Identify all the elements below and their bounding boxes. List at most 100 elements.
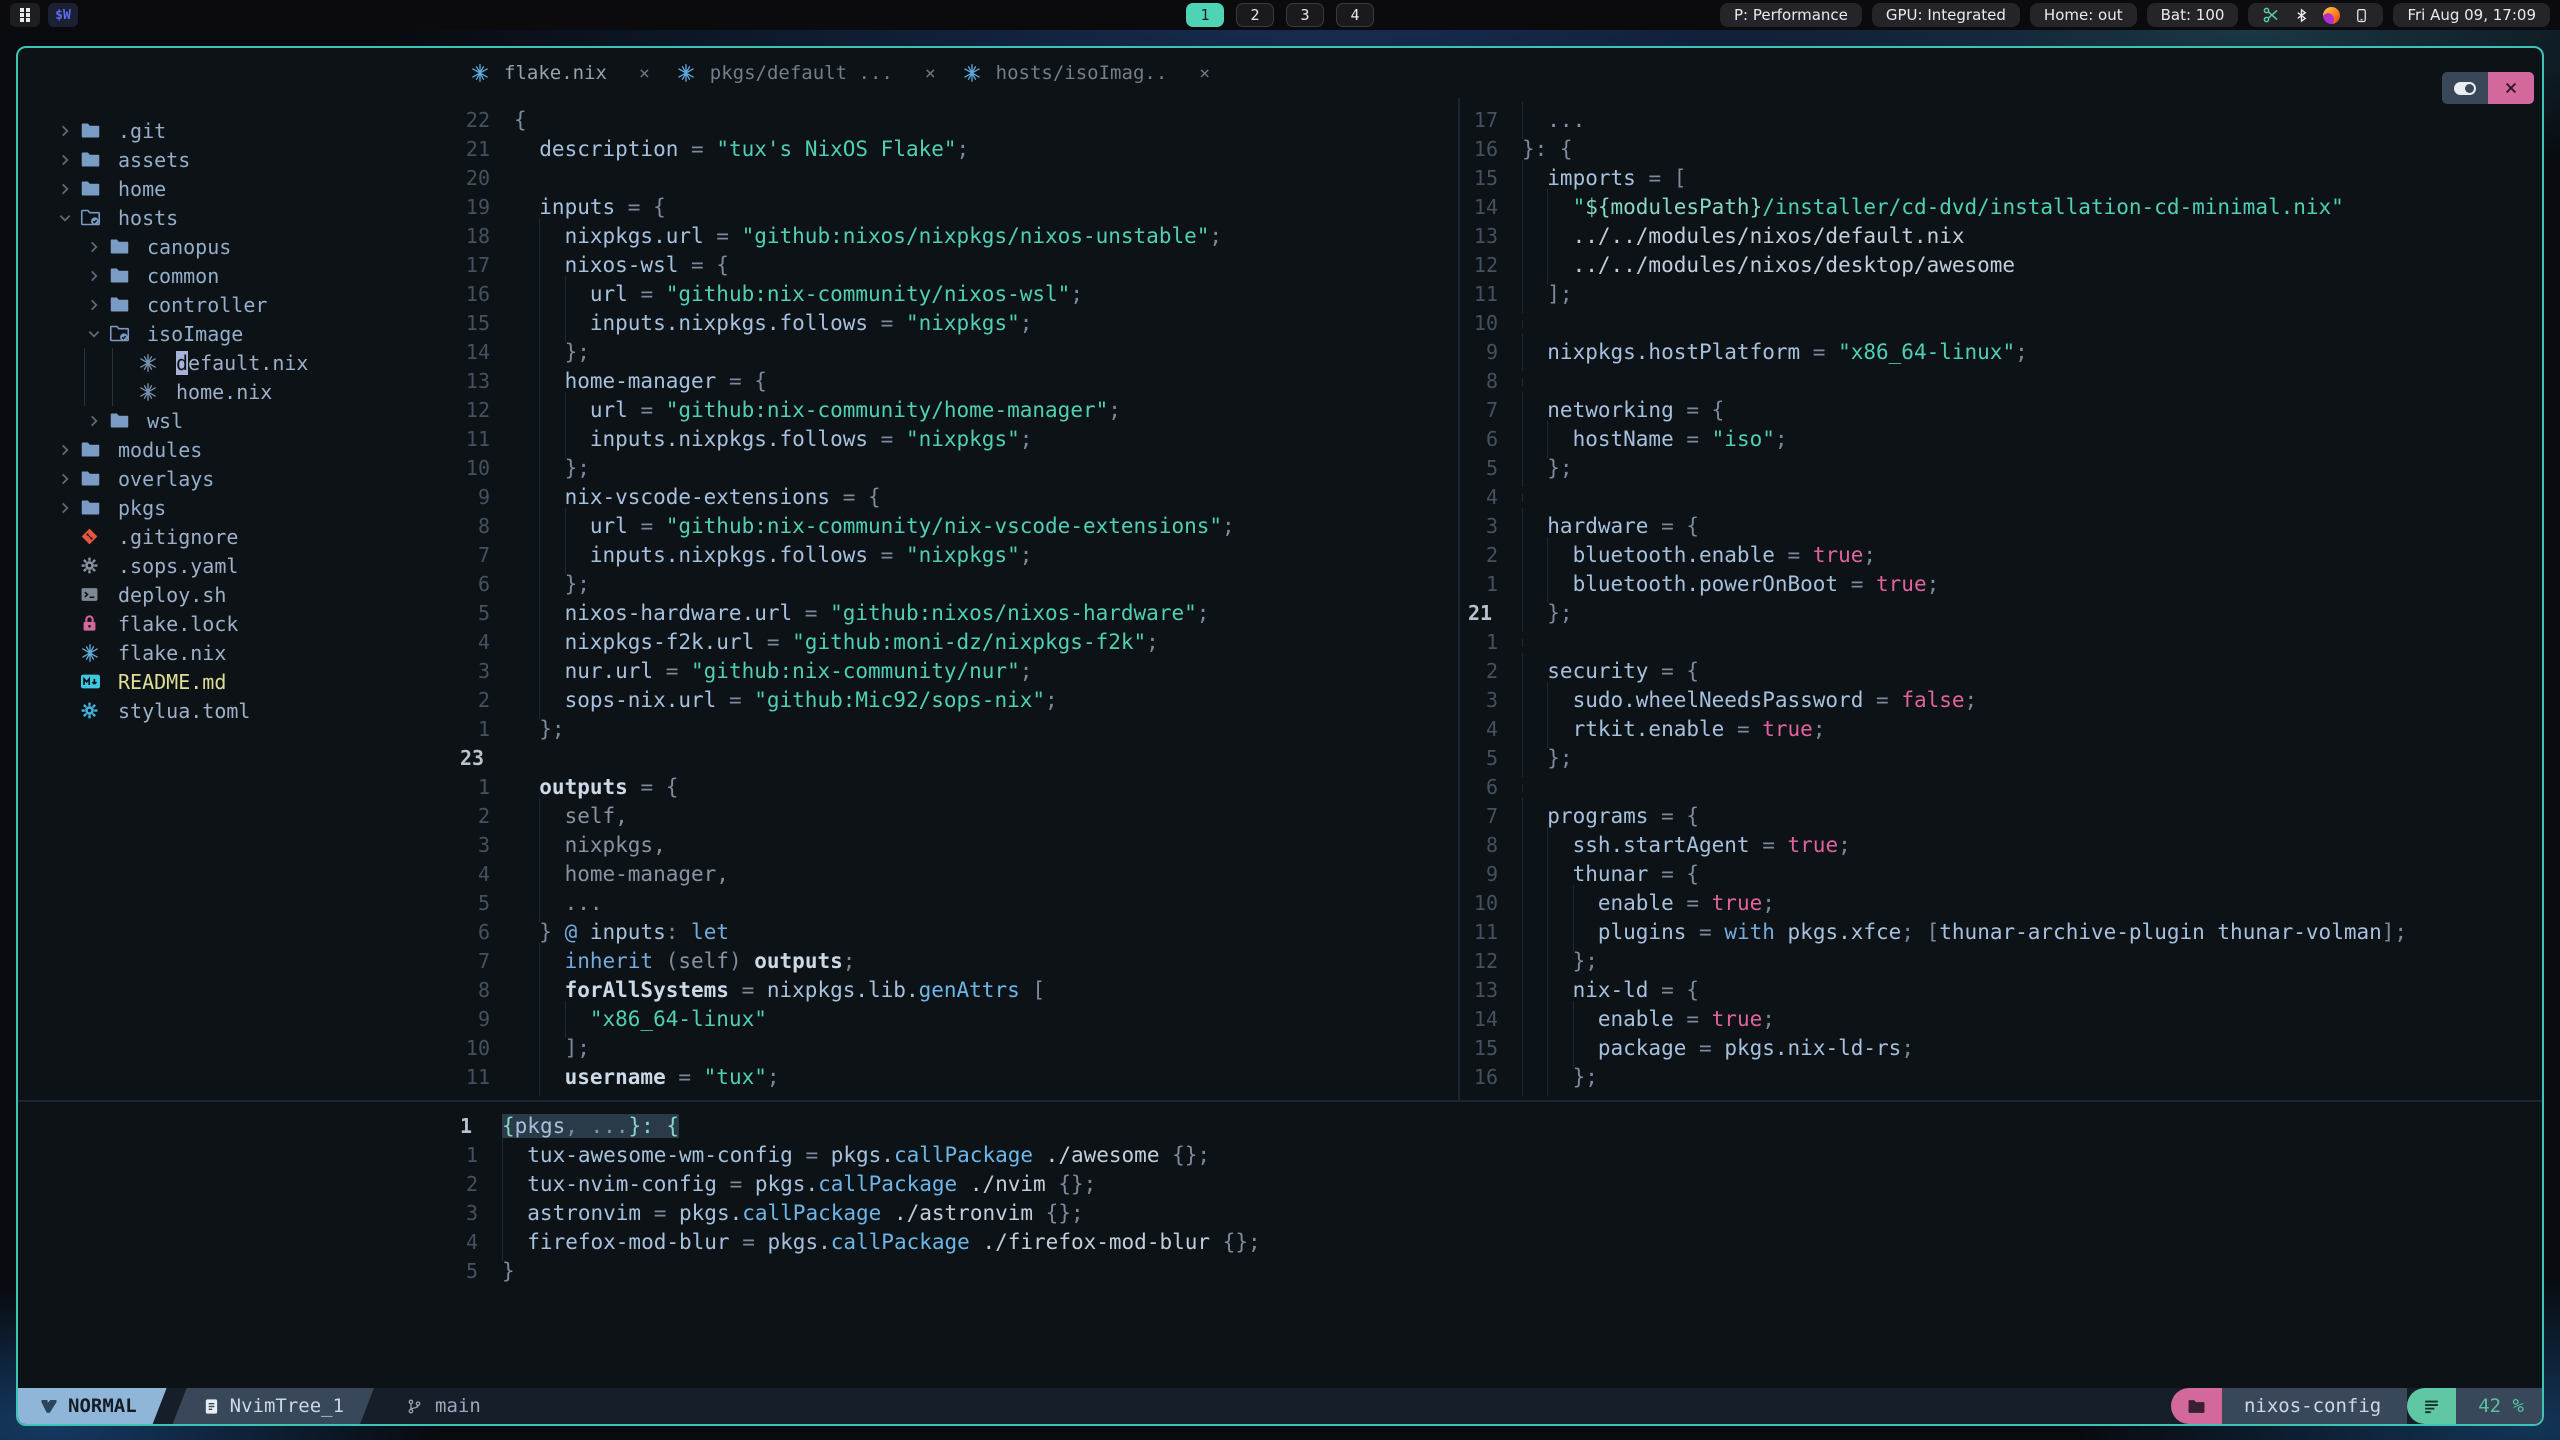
tree-item-.sops.yaml[interactable]: .sops.yaml — [18, 551, 452, 580]
workspace-button-2[interactable]: 2 — [1236, 3, 1274, 27]
code-line[interactable]: 1 tux-awesome-wm-config = pkgs.callPacka… — [452, 1137, 2542, 1174]
code-line[interactable]: 14 "${modulesPath}/installer/cd-dvd/inst… — [1460, 189, 2542, 226]
code-line[interactable]: 9 nix-vscode-extensions = { — [452, 479, 1458, 516]
code-line[interactable]: 22 { — [452, 106, 1458, 135]
code-line[interactable]: 5 }; — [1460, 740, 2542, 777]
code-line[interactable]: 11 username = "tux"; — [452, 1059, 1458, 1096]
code-line[interactable]: 21 }; — [1460, 595, 2542, 632]
code-line[interactable]: 1 outputs = { — [452, 773, 1458, 802]
code-line[interactable]: 16 }; — [1460, 1059, 2542, 1096]
shell-widget-button[interactable]: $W — [48, 3, 78, 27]
code-line[interactable]: 6 }; — [452, 566, 1458, 603]
chevron-right-icon[interactable] — [58, 472, 80, 486]
chevron-right-icon[interactable] — [87, 269, 109, 283]
code-line[interactable]: 4 firefox-mod-blur = pkgs.callPackage ./… — [452, 1224, 2542, 1261]
editor-pane-pkgs-default[interactable]: 1 {pkgs, ...}: {1 tux-awesome-wm-config =… — [18, 1102, 2542, 1388]
tree-item-deploy.sh[interactable]: deploy.sh — [18, 580, 452, 609]
code-line[interactable]: 6 — [1460, 773, 2542, 802]
code-line[interactable]: 8 — [1460, 367, 2542, 396]
chevron-right-icon[interactable] — [58, 153, 80, 167]
code-line[interactable]: 3 nur.url = "github:nix-community/nur"; — [452, 653, 1458, 690]
chevron-down-icon[interactable] — [87, 327, 109, 341]
code-line[interactable]: 6 } @ inputs: let — [452, 918, 1458, 947]
code-line[interactable]: 16}: { — [1460, 135, 2542, 164]
code-line[interactable]: 1 — [1460, 628, 2542, 657]
tree-item-.git[interactable]: .git — [18, 116, 452, 145]
code-line[interactable]: 9 nixpkgs.hostPlatform = "x86_64-linux"; — [1460, 334, 2542, 371]
tree-item-assets[interactable]: assets — [18, 145, 452, 174]
window-float-toggle-button[interactable] — [2442, 72, 2488, 104]
code-line[interactable]: 7 programs = { — [1460, 798, 2542, 835]
code-line[interactable]: 11 plugins = with pkgs.xfce; [thunar-arc… — [1460, 914, 2542, 951]
code-line[interactable]: 12 }; — [1460, 943, 2542, 980]
workspace-button-4[interactable]: 4 — [1336, 3, 1374, 27]
workspace-button-3[interactable]: 3 — [1286, 3, 1324, 27]
code-line[interactable]: 23 — [452, 744, 1458, 773]
code-line[interactable]: 10 ]; — [452, 1030, 1458, 1067]
code-line[interactable]: 15 package = pkgs.nix-ld-rs; — [1460, 1030, 2542, 1067]
tree-item-.gitignore[interactable]: .gitignore — [18, 522, 452, 551]
code-line[interactable]: 7 inherit (self) outputs; — [452, 943, 1458, 980]
code-line[interactable]: 17 ... — [1460, 102, 2542, 139]
code-line[interactable]: 4 rtkit.enable = true; — [1460, 711, 2542, 748]
code-line[interactable]: 8 forAllSystems = nixpkgs.lib.genAttrs [ — [452, 972, 1458, 1009]
code-line[interactable]: 8 url = "github:nix-community/nix-vscode… — [452, 508, 1458, 545]
chevron-right-icon[interactable] — [58, 124, 80, 138]
tree-item-flake.lock[interactable]: flake.lock — [18, 609, 452, 638]
tree-item-isoImage[interactable]: isoImage — [18, 319, 452, 348]
tree-item-stylua.toml[interactable]: stylua.toml — [18, 696, 452, 725]
editor-pane-flake-nix[interactable]: 22{21 description = "tux's NixOS Flake";… — [452, 98, 1458, 1100]
window-close-button[interactable]: × — [2488, 72, 2534, 104]
code-line[interactable]: 15 inputs.nixpkgs.follows = "nixpkgs"; — [452, 305, 1458, 342]
app-grid-button[interactable] — [10, 3, 40, 27]
tree-item-overlays[interactable]: overlays — [18, 464, 452, 493]
code-line[interactable]: 21 description = "tux's NixOS Flake"; — [452, 135, 1458, 164]
tree-item-controller[interactable]: controller — [18, 290, 452, 319]
code-line[interactable]: 3 nixpkgs, — [452, 827, 1458, 864]
tree-item-hosts[interactable]: hosts — [18, 203, 452, 232]
code-line[interactable]: 5} — [452, 1257, 2542, 1286]
editor-pane-hosts-isoimage[interactable]: 17 ... 16}: {15 imports = [14 "${modulesP… — [1458, 98, 2542, 1100]
chevron-right-icon[interactable] — [58, 182, 80, 196]
tree-item-canopus[interactable]: canopus — [18, 232, 452, 261]
code-line[interactable]: 7 inputs.nixpkgs.follows = "nixpkgs"; — [452, 537, 1458, 574]
tab-flake.nix[interactable]: flake.nix × — [470, 62, 650, 84]
code-line[interactable]: 3 hardware = { — [1460, 508, 2542, 545]
code-line[interactable]: 9 "x86_64-linux" — [452, 1001, 1458, 1038]
chevron-right-icon[interactable] — [58, 443, 80, 457]
workspace-button-1[interactable]: 1 — [1186, 3, 1224, 27]
chevron-down-icon[interactable] — [58, 211, 80, 225]
chevron-right-icon[interactable] — [87, 298, 109, 312]
code-line[interactable]: 13 home-manager = { — [452, 363, 1458, 400]
tab-pkgs-default-...[interactable]: pkgs/default ... × — [676, 62, 936, 84]
code-line[interactable]: 1 }; — [452, 715, 1458, 744]
code-line[interactable]: 4 home-manager, — [452, 856, 1458, 893]
code-line[interactable]: 3 astronvim = pkgs.callPackage ./astronv… — [452, 1195, 2542, 1232]
tree-item-wsl[interactable]: wsl — [18, 406, 452, 435]
tree-item-flake.nix[interactable]: flake.nix — [18, 638, 452, 667]
code-line[interactable]: 20 — [452, 164, 1458, 193]
phone-icon[interactable] — [2354, 7, 2369, 24]
code-line[interactable]: 4 nixpkgs-f2k.url = "github:moni-dz/nixp… — [452, 624, 1458, 661]
code-line[interactable]: 12 url = "github:nix-community/home-mana… — [452, 392, 1458, 429]
code-line[interactable]: 10 enable = true; — [1460, 885, 2542, 922]
code-line[interactable]: 5 nixos-hardware.url = "github:nixos/nix… — [452, 595, 1458, 632]
code-line[interactable]: 2 tux-nvim-config = pkgs.callPackage ./n… — [452, 1166, 2542, 1203]
code-line[interactable]: 18 nixpkgs.url = "github:nixos/nixpkgs/n… — [452, 218, 1458, 255]
code-line[interactable]: 13 ../../modules/nixos/default.nix — [1460, 218, 2542, 255]
code-line[interactable]: 2 security = { — [1460, 653, 2542, 690]
chevron-right-icon[interactable] — [87, 414, 109, 428]
code-line[interactable]: 11 ]; — [1460, 276, 2542, 313]
code-line[interactable]: 7 networking = { — [1460, 392, 2542, 429]
tree-item-default.nix[interactable]: default.nix — [18, 348, 452, 377]
code-line[interactable]: 9 thunar = { — [1460, 856, 2542, 893]
tree-item-home.nix[interactable]: home.nix — [18, 377, 452, 406]
code-line[interactable]: 1 {pkgs, ...}: { — [452, 1112, 2542, 1141]
code-line[interactable]: 3 sudo.wheelNeedsPassword = false; — [1460, 682, 2542, 719]
code-line[interactable]: 5 }; — [1460, 450, 2542, 487]
code-line[interactable]: 11 inputs.nixpkgs.follows = "nixpkgs"; — [452, 421, 1458, 458]
tree-item-pkgs[interactable]: pkgs — [18, 493, 452, 522]
code-line[interactable]: 14 }; — [452, 334, 1458, 371]
code-line[interactable]: 19 inputs = { — [452, 193, 1458, 222]
code-line[interactable]: 6 hostName = "iso"; — [1460, 421, 2542, 458]
